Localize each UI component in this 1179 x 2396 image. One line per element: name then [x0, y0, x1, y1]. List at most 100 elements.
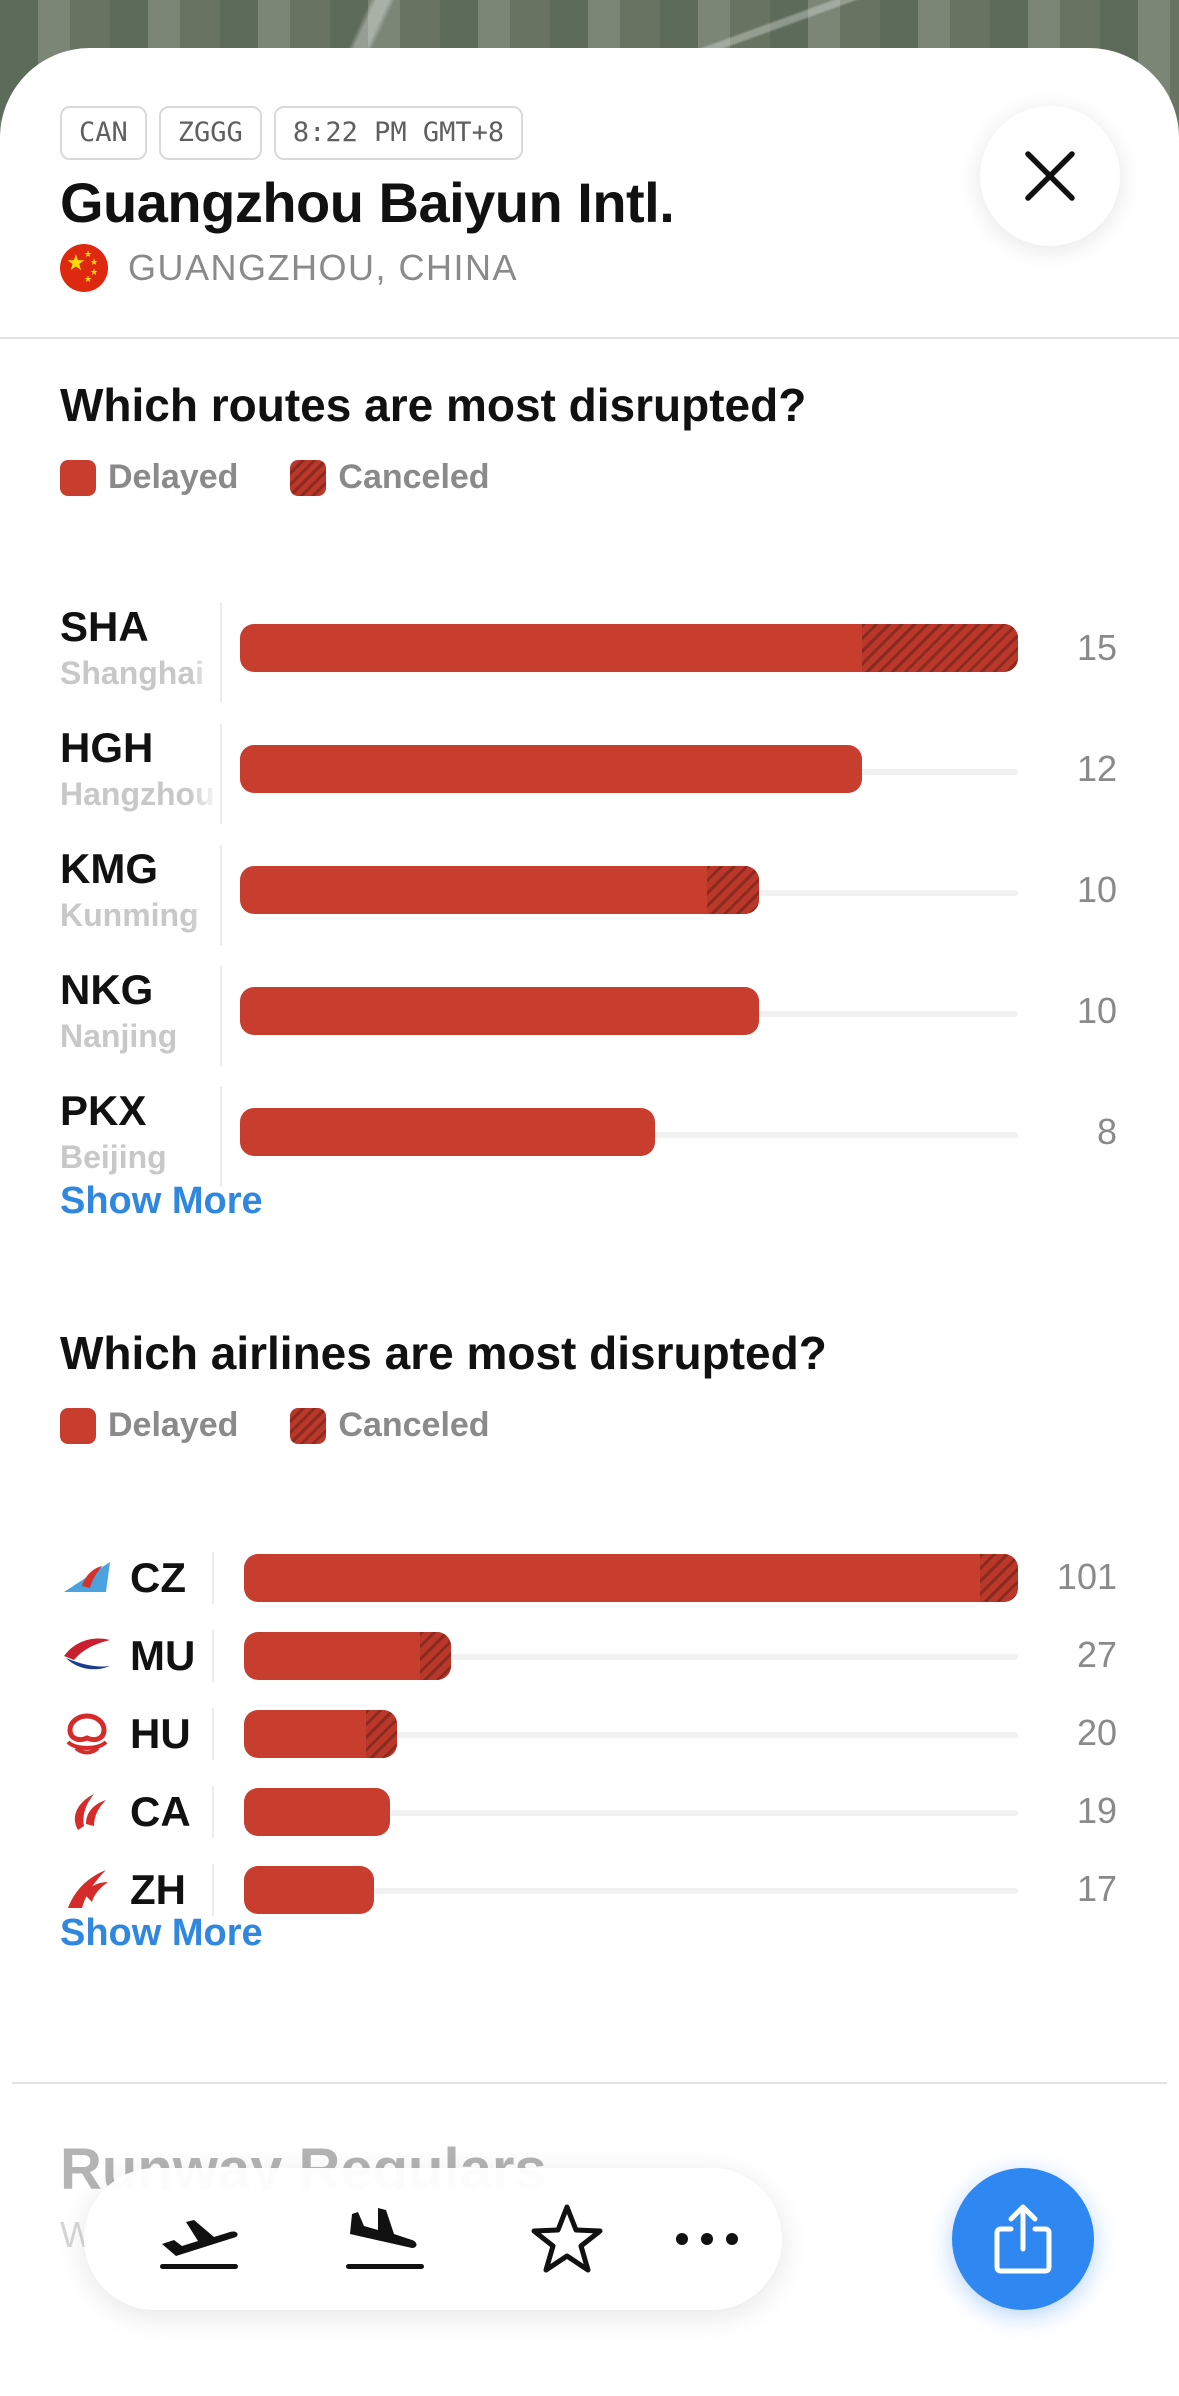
airport-location: ★ ★ ★ ★ ★ GUANGZHOU, CHINA [60, 244, 518, 292]
routes-show-more-link[interactable]: Show More [60, 1180, 263, 1223]
route-total: 10 [1076, 990, 1117, 1031]
delayed-bar [244, 1710, 397, 1758]
canceled-bar [420, 1632, 451, 1680]
favorite-button[interactable] [512, 2194, 622, 2284]
city-fade [190, 1016, 220, 1060]
legend-delayed-label: Delayed [108, 1406, 239, 1444]
canceled-bar [980, 1554, 1018, 1602]
route-code: PKX [60, 1087, 147, 1134]
air-china-logo [60, 1786, 114, 1834]
legend-canceled: Canceled [290, 458, 490, 497]
delayed-bar [240, 1108, 655, 1156]
legend-canceled-label: Canceled [338, 1406, 490, 1444]
hainan-airlines-logo [60, 1708, 114, 1756]
airport-title: Guangzhou Baiyun Intl. [60, 171, 675, 234]
airline-row-mu[interactable]: MU 27 [0, 1626, 1179, 1690]
delayed-bar [240, 624, 1018, 672]
row-separator [220, 603, 222, 703]
canceled-bar [862, 624, 1018, 672]
arrivals-button[interactable] [330, 2194, 440, 2284]
header-divider [0, 337, 1179, 339]
airline-total: 27 [1076, 1634, 1117, 1675]
legend-delayed: Delayed [60, 458, 238, 497]
airlines-legend: Delayed Canceled [60, 1406, 490, 1445]
route-row-hgh[interactable]: HGH Hangzhou 12 [0, 724, 1179, 834]
routes-legend: Delayed Canceled [60, 458, 490, 497]
iata-chip: CAN [60, 106, 147, 160]
row-separator [212, 1864, 214, 1916]
route-total: 12 [1076, 748, 1117, 789]
shenzhen-airlines-logo [60, 1864, 114, 1912]
route-total: 15 [1076, 627, 1117, 668]
delayed-bar [244, 1554, 1018, 1602]
airline-code: ZH [130, 1866, 186, 1913]
delayed-bar [240, 987, 759, 1035]
row-separator [220, 845, 222, 945]
airlines-section-title: Which airlines are most disrupted? [60, 1327, 827, 1379]
row-separator [220, 966, 222, 1066]
delayed-swatch [60, 459, 96, 496]
routes-section-title: Which routes are most disrupted? [60, 379, 807, 431]
canceled-swatch [290, 459, 327, 496]
row-separator [212, 1552, 214, 1604]
delayed-bar [244, 1788, 390, 1836]
section-divider [12, 2082, 1167, 2084]
share-button[interactable] [952, 2168, 1094, 2310]
legend-canceled-label: Canceled [338, 458, 490, 496]
route-row-sha[interactable]: SHA Shanghai 15 [0, 603, 1179, 713]
star-icon [531, 2204, 603, 2273]
route-total: 8 [1096, 1111, 1117, 1152]
close-icon [1025, 151, 1075, 201]
route-total: 10 [1076, 869, 1117, 910]
departures-icon [160, 2220, 238, 2269]
airline-row-ca[interactable]: CA 19 [0, 1782, 1179, 1846]
china-flag-icon: ★ ★ ★ ★ ★ [60, 244, 108, 292]
airline-code: MU [130, 1632, 196, 1679]
legend-delayed: Delayed [60, 1406, 238, 1445]
airline-row-cz[interactable]: CZ 101 [0, 1548, 1179, 1612]
delayed-bar [244, 1866, 374, 1914]
route-code: NKG [60, 966, 154, 1013]
row-separator [212, 1630, 214, 1682]
row-separator [220, 1087, 222, 1187]
delayed-bar [240, 866, 759, 914]
airline-total: 19 [1076, 1790, 1117, 1831]
route-row-nkg[interactable]: NKG Nanjing 10 [0, 966, 1179, 1076]
bottom-toolbar [84, 2168, 782, 2310]
legend-delayed-label: Delayed [108, 458, 239, 496]
airport-code-chips: CAN ZGGG 8:22 PM GMT+8 [60, 106, 524, 160]
route-row-kmg[interactable]: KMG Kunming 10 [0, 845, 1179, 955]
china-eastern-logo [60, 1630, 114, 1678]
arrivals-icon [346, 2208, 424, 2269]
canceled-swatch [290, 1407, 327, 1444]
delayed-bar [240, 745, 862, 793]
more-icon [676, 2233, 738, 2245]
city-fade [190, 1137, 220, 1181]
airline-row-hu[interactable]: HU 20 [0, 1704, 1179, 1768]
row-separator [212, 1708, 214, 1760]
legend-canceled: Canceled [290, 1406, 490, 1445]
icao-chip: ZGGG [158, 106, 262, 160]
airlines-show-more-link[interactable]: Show More [60, 1912, 263, 1955]
airline-code: CZ [130, 1554, 186, 1601]
canceled-bar [366, 1710, 397, 1758]
airline-total: 101 [1056, 1556, 1117, 1597]
china-southern-logo [60, 1552, 114, 1600]
city-fade [190, 653, 220, 697]
city-fade [190, 774, 220, 818]
row-separator [212, 1786, 214, 1838]
departures-button[interactable] [144, 2194, 254, 2284]
city-fade [190, 895, 220, 939]
airline-code: CA [130, 1788, 191, 1835]
airport-sheet: CAN ZGGG 8:22 PM GMT+8 Guangzhou Baiyun … [0, 48, 1179, 2396]
delayed-bar [244, 1632, 451, 1680]
share-icon [994, 2204, 1052, 2274]
delayed-swatch [60, 1407, 96, 1444]
more-button[interactable] [652, 2194, 762, 2284]
local-time-chip: 8:22 PM GMT+8 [273, 106, 524, 160]
location-text: GUANGZHOU, CHINA [128, 247, 519, 288]
route-code: KMG [60, 845, 158, 892]
close-button[interactable] [980, 106, 1120, 246]
route-code: HGH [60, 724, 154, 771]
airline-code: HU [130, 1710, 191, 1757]
